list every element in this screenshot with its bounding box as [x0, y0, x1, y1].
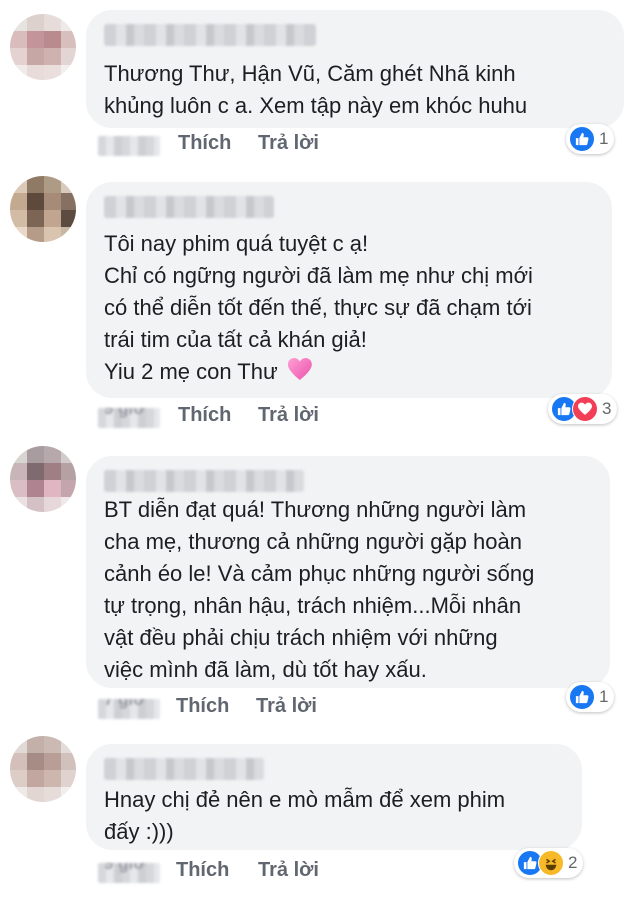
reaction-count: 2	[568, 853, 578, 872]
timestamp[interactable]: 9 giờ	[98, 863, 160, 883]
timestamp[interactable]	[98, 136, 160, 156]
like-icon	[569, 126, 595, 152]
reaction-summary[interactable]: 1	[566, 682, 615, 712]
reaction-count: 1	[599, 129, 609, 148]
avatar[interactable]	[10, 176, 76, 242]
comment-text-line: Tôi nay phim quá tuyệt c ạ!	[104, 231, 369, 256]
comment-text-line: cảnh éo le! Và cảm phục những người sống	[104, 561, 535, 586]
reaction-summary[interactable]: 3	[548, 394, 618, 424]
comment-text-line: đấy :)))	[104, 819, 174, 844]
timestamp[interactable]: 7 giờ	[98, 699, 160, 719]
avatar[interactable]	[10, 446, 76, 512]
comment-text-line: Yiu 2 mẹ con Thư	[104, 356, 596, 388]
comment-text-line: khủng luôn c a. Xem tập này em khóc huhu	[104, 93, 528, 118]
timestamp-text: 9 giờ	[104, 863, 146, 873]
comment-bubble: BT diễn đạt quá! Thương những người làm …	[86, 456, 610, 688]
avatar[interactable]	[10, 736, 76, 802]
love-icon	[572, 396, 598, 422]
comment-bubble: Thương Thư, Hận Vũ, Căm ghét Nhã kinh kh…	[86, 10, 624, 128]
like-link[interactable]: Thích	[176, 859, 229, 882]
like-icon	[569, 684, 595, 710]
avatar[interactable]	[10, 14, 76, 80]
comment-text-line-last: Yiu 2 mẹ con Thư	[104, 359, 278, 384]
like-link[interactable]: Thích	[178, 404, 231, 427]
comment-text-line: vật đều phải chịu trách nhiệm với những	[104, 625, 498, 650]
author-name[interactable]	[104, 24, 316, 46]
reply-link[interactable]: Trả lời	[258, 859, 319, 882]
comment-text-line: việc mình đã làm, dù tốt hay xấu.	[104, 657, 427, 682]
comment-text-line: BT diễn đạt quá! Thương những người làm	[104, 497, 527, 522]
comment-text-line: có thể diễn tốt đến thế, thực sự đã chạm…	[104, 295, 532, 320]
comment-text-line: trái tim của tất cả khán giả!	[104, 327, 367, 352]
haha-icon	[538, 850, 564, 876]
reaction-summary[interactable]: 1	[566, 124, 615, 154]
author-name[interactable]	[104, 758, 264, 780]
timestamp[interactable]: 9 giờ	[98, 408, 160, 428]
reaction-count: 1	[599, 687, 609, 706]
sparkling-heart-icon	[288, 358, 312, 382]
author-name[interactable]	[104, 196, 274, 218]
timestamp-text: 7 giờ	[104, 699, 146, 709]
reaction-summary[interactable]: 2	[514, 848, 584, 878]
comment-bubble: Tôi nay phim quá tuyệt c ạ! Chỉ có ngững…	[86, 182, 612, 398]
comment-text-line: Hnay chị đẻ nên e mò mẫm để xem phim	[104, 787, 506, 812]
reply-link[interactable]: Trả lời	[258, 404, 319, 427]
comment-text-line: Chỉ có ngững người đã làm mẹ như chị mới	[104, 263, 533, 288]
comment-text-line: cha mẹ, thương cả những người gặp hoàn	[104, 529, 522, 554]
comment-actions: Thích Trả lời	[98, 130, 398, 160]
like-link[interactable]: Thích	[176, 695, 229, 718]
reply-link[interactable]: Trả lời	[258, 132, 319, 155]
like-link[interactable]: Thích	[178, 132, 231, 155]
reply-link[interactable]: Trả lời	[256, 695, 317, 718]
comment-actions: 9 giờ Thích Trả lời	[98, 857, 398, 887]
author-name[interactable]	[104, 470, 304, 492]
comment-bubble: Hnay chị đẻ nên e mò mẫm để xem phim đấy…	[86, 744, 582, 850]
comment-actions: 7 giờ Thích Trả lời	[98, 693, 398, 723]
timestamp-text: 9 giờ	[104, 408, 146, 418]
comment-text-line: Thương Thư, Hận Vũ, Căm ghét Nhã kinh	[104, 61, 516, 86]
comment-actions: 9 giờ Thích Trả lời	[98, 402, 398, 432]
comment-text-line: tự trọng, nhân hậu, trách nhiệm...Mỗi nh…	[104, 593, 522, 618]
reaction-count: 3	[602, 399, 612, 418]
